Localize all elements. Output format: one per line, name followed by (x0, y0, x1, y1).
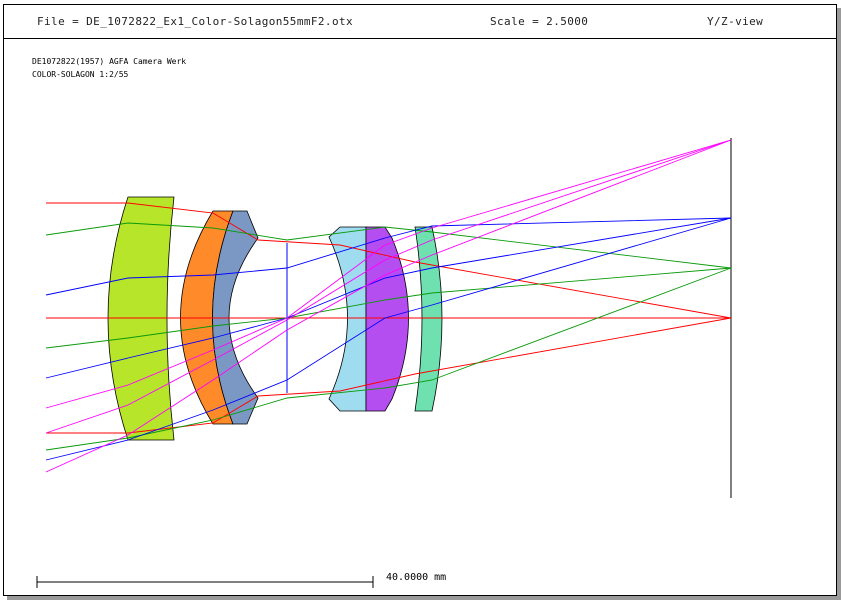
scale-bar (36, 576, 374, 588)
scale-bar-label: 40.0000 mm (386, 572, 447, 583)
lens-element-6 (414, 226, 443, 412)
lens-layout-diagram (36, 138, 732, 588)
lens-element-4 (328, 226, 367, 412)
